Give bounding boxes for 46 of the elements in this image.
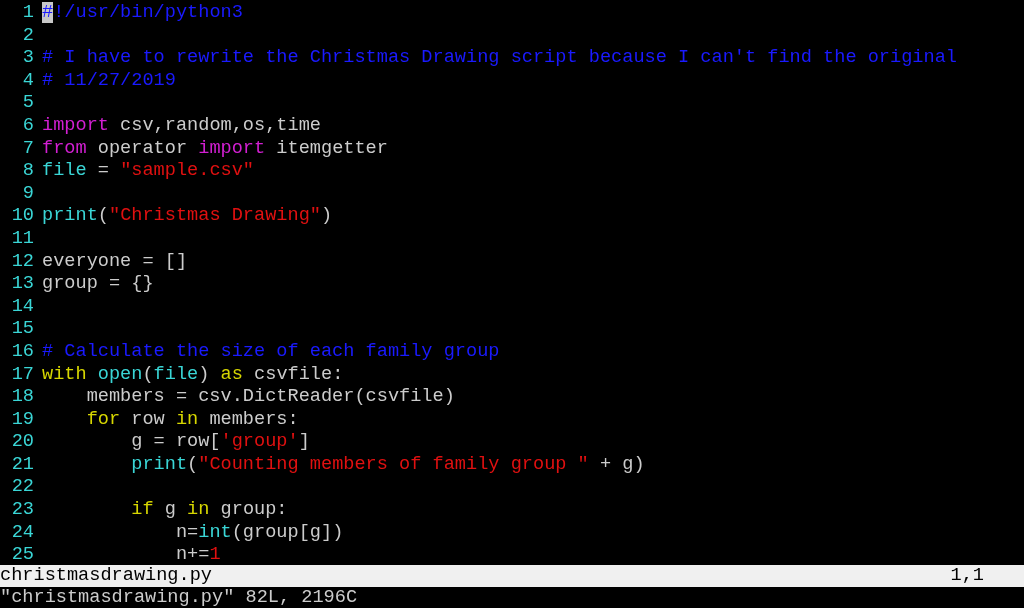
line-number: 15 (10, 318, 34, 341)
line-number: 3 (21, 47, 34, 70)
code-line: if g in group: (130, 499, 288, 522)
line-number: 13 (10, 273, 34, 296)
line-number: 1 (21, 2, 34, 25)
line-number: 20 (10, 431, 34, 454)
line-number: 11 (10, 227, 34, 251)
code-line: members = csv.DictReader(csvfile) (85, 386, 455, 409)
code-line: import csv,random,os,time (42, 114, 321, 138)
code-line: from operator import itemgetter (42, 137, 388, 161)
code-line: with open(file) as csvfile: (42, 363, 344, 387)
code-line: print("Christmas Drawing") (42, 205, 333, 228)
line-number: 10 (10, 205, 34, 228)
line-number: 18 (10, 386, 34, 409)
line-number: 4 (21, 69, 34, 93)
code-line: #!/usr/bin/python3 (42, 2, 243, 25)
line-number: 9 (21, 182, 34, 206)
code-line: group = {} (42, 273, 154, 296)
code-line: g = row['group'] (130, 431, 310, 454)
code-line: everyone = [] (42, 250, 188, 274)
file-name: christmasdrawing.py (0, 564, 212, 588)
line-number: 5 (21, 92, 34, 115)
line-number: 23 (10, 499, 34, 522)
message-line: "christmasdrawing.py" 82L, 2196C (0, 587, 358, 608)
code-line: n+=1 (174, 544, 221, 567)
code-line: for row in members: (85, 408, 299, 432)
line-number: 19 (10, 408, 34, 432)
line-number: 2 (21, 24, 34, 48)
code-line: n=int(group[g]) (174, 521, 344, 545)
line-number: 14 (10, 295, 34, 319)
code-line: file = "sample.csv" (42, 160, 255, 183)
code-line: print("Counting members of family group " + g) (130, 453, 645, 477)
line-number: 25 (10, 544, 34, 567)
line-number: 17 (10, 363, 34, 387)
line-number: 21 (10, 453, 34, 477)
line-number: 22 (10, 476, 34, 500)
cursor-position: 1,1 (950, 564, 984, 588)
code-line: # I have to rewrite the Christmas Drawing script because I can't find the original (42, 47, 957, 70)
line-number: 8 (21, 160, 34, 183)
code-line: # Calculate the size of each family group (42, 340, 500, 364)
line-number: 6 (21, 114, 34, 138)
line-number: 24 (10, 521, 34, 545)
line-number: 7 (21, 137, 34, 161)
line-number: 12 (10, 250, 34, 274)
code-line: # 11/27/2019 (42, 69, 176, 93)
line-number: 16 (10, 340, 34, 364)
